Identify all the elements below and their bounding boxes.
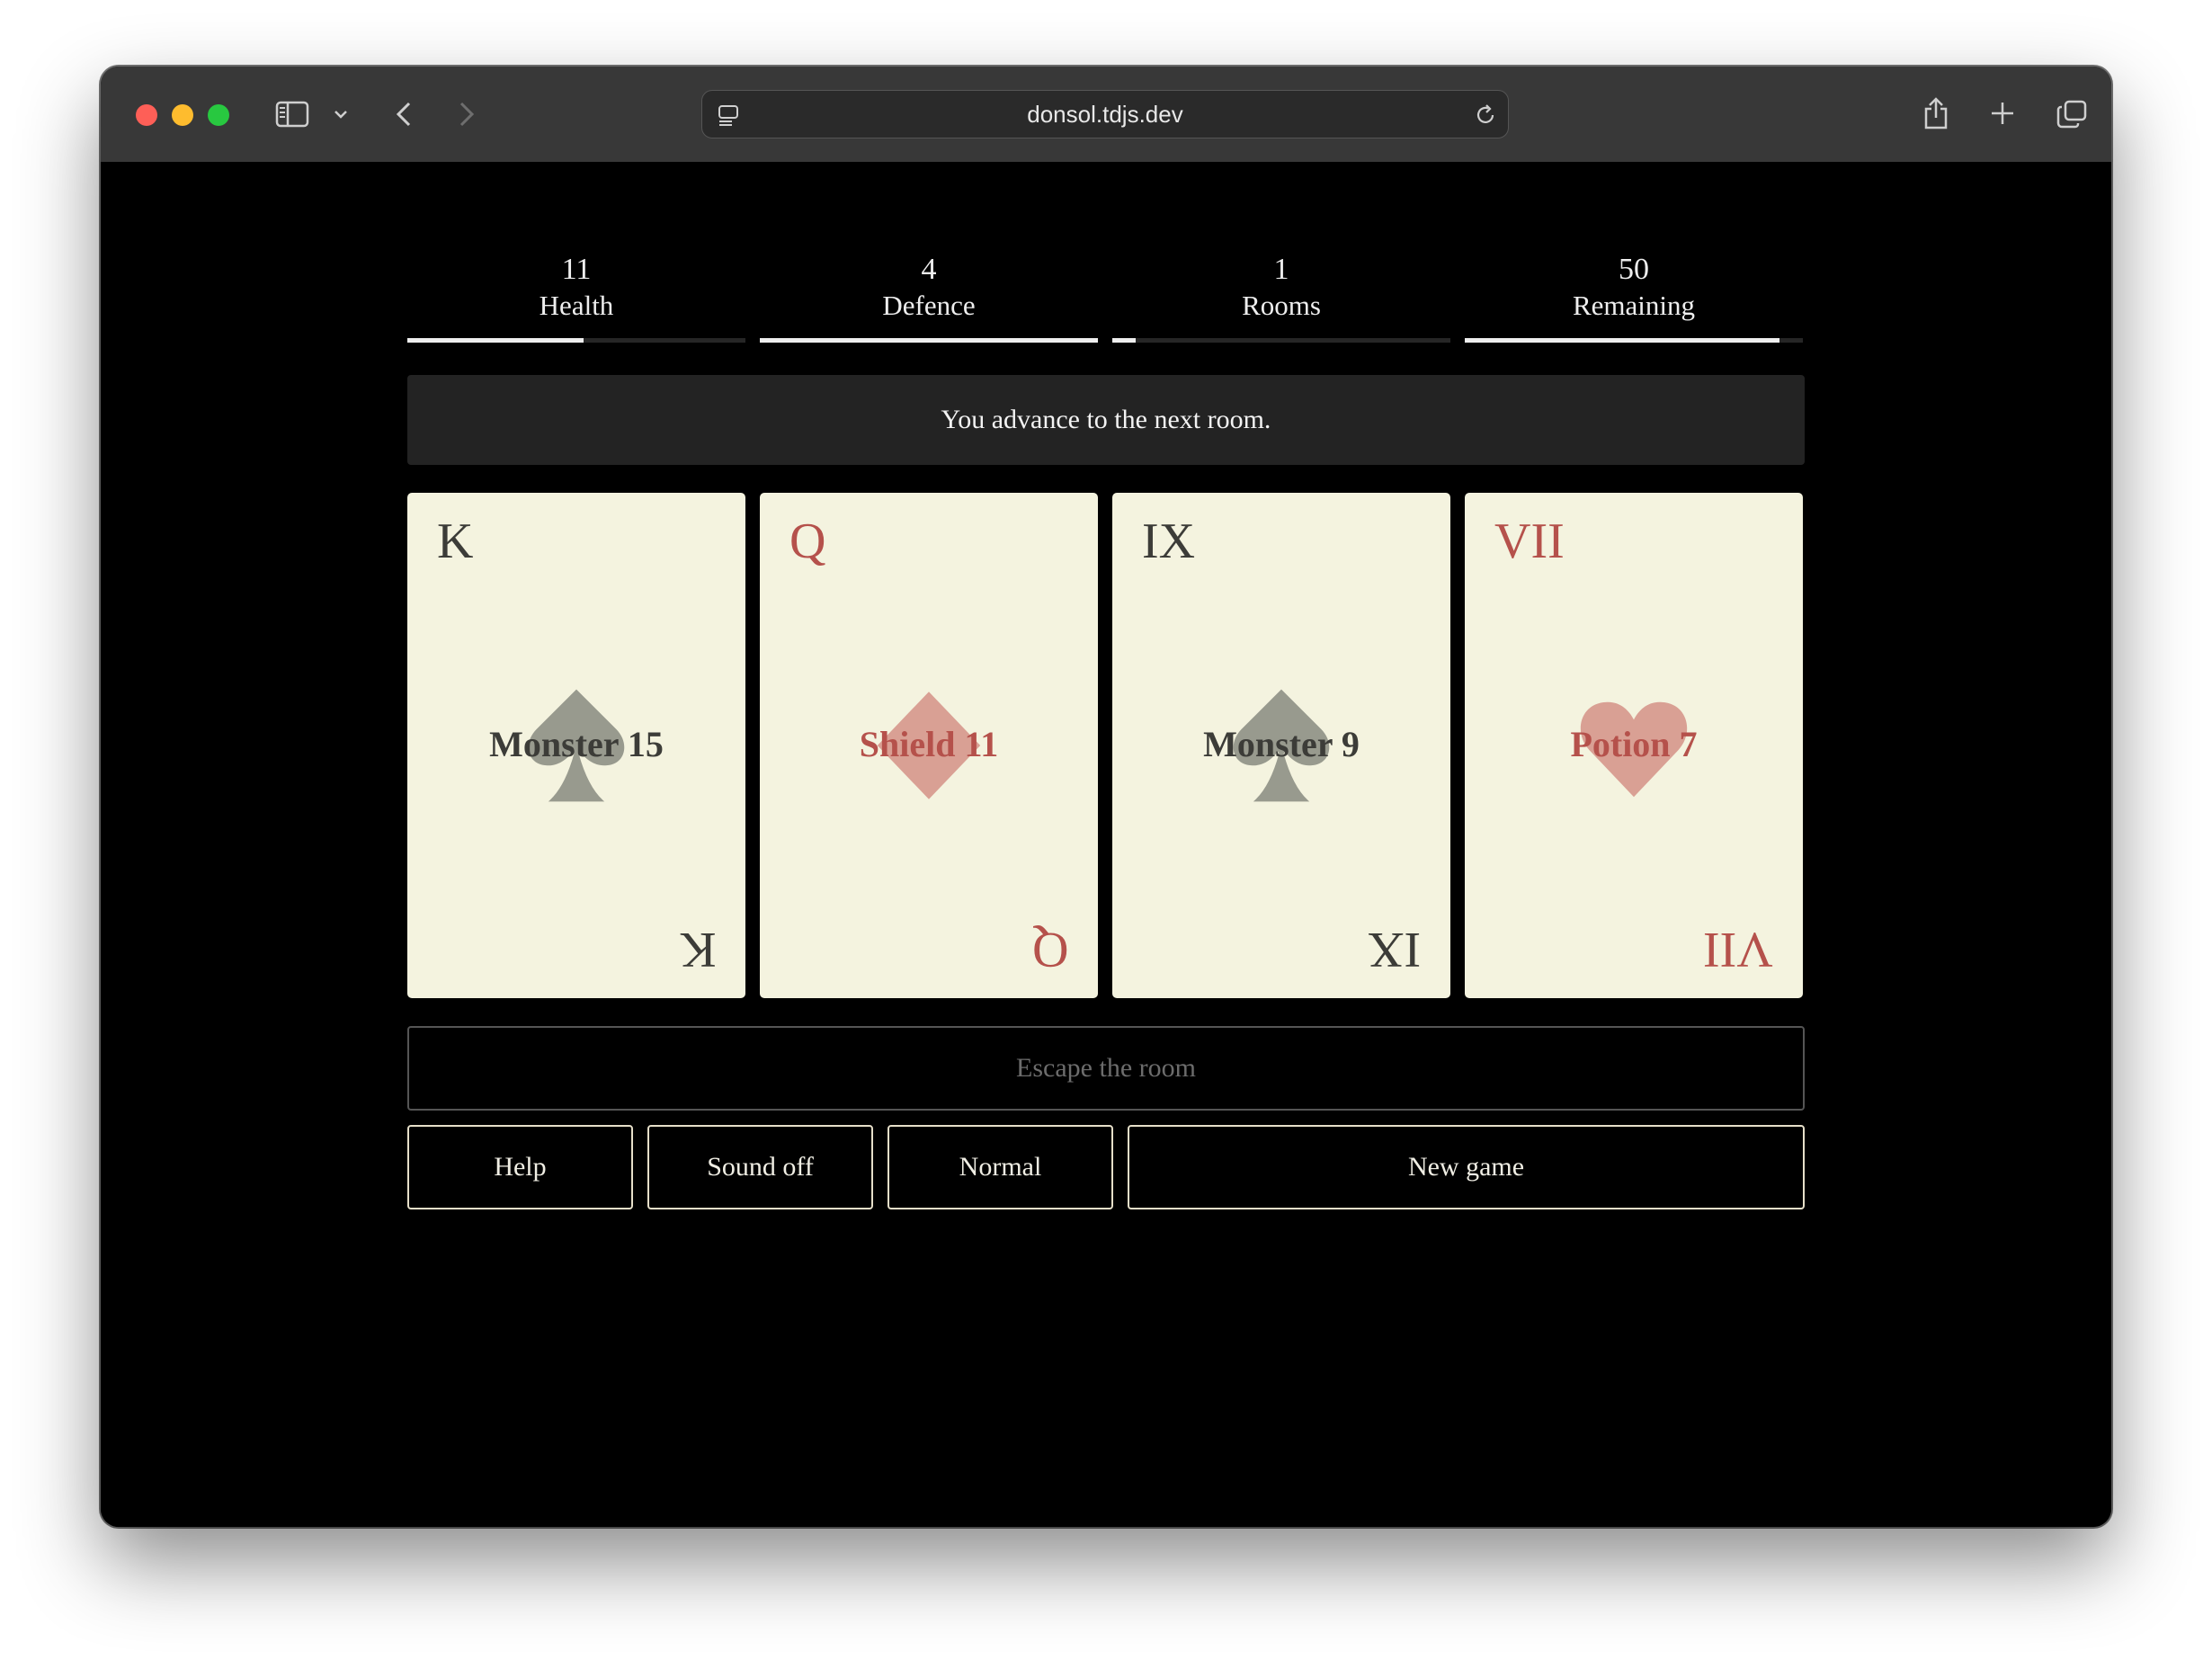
tab-overview-icon[interactable] <box>2054 97 2090 131</box>
health-bar <box>407 338 745 343</box>
rooms-bar-fill <box>1112 338 1137 343</box>
stats-bar: 11 Health 4 Defence 1 Rooms 50 Remaining <box>407 252 1805 343</box>
health-value: 11 <box>561 253 592 286</box>
defence-bar-fill <box>760 338 1098 343</box>
browser-toolbar: donsol.tdjs.dev <box>101 67 2111 163</box>
card-label: Shield 11 <box>859 724 999 764</box>
health-bar-fill <box>407 338 584 343</box>
card-rank-bottom: Q <box>1031 922 1068 977</box>
reload-icon[interactable] <box>1472 102 1499 129</box>
help-button[interactable]: Help <box>407 1125 633 1209</box>
sidebar-icon[interactable] <box>274 99 310 129</box>
url-text: donsol.tdjs.dev <box>1027 100 1183 128</box>
escape-room-button[interactable]: Escape the room <box>407 1026 1805 1111</box>
remaining-value: 50 <box>1619 253 1649 286</box>
new-game-button[interactable]: New game <box>1128 1125 1805 1209</box>
difficulty-button[interactable]: Normal <box>887 1125 1113 1209</box>
card-rank-top: Q <box>789 513 826 569</box>
card-rank-top: IX <box>1142 513 1196 569</box>
card-rank-bottom: K <box>679 922 716 977</box>
card-rank-top: K <box>437 513 474 569</box>
remaining-bar-fill <box>1465 338 1779 343</box>
card-nine-of-spades[interactable]: IX Monster 9 IX <box>1112 493 1450 998</box>
status-message: You advance to the next room. <box>407 375 1805 465</box>
card-king-of-spades[interactable]: K Monster 15 K <box>407 493 745 998</box>
rooms-bar <box>1112 338 1450 343</box>
card-label: Monster 15 <box>489 724 664 764</box>
sound-toggle-button[interactable]: Sound off <box>647 1125 873 1209</box>
browser-window: donsol.tdjs.dev 11 Health 4 Defence 1 Ro… <box>101 67 2111 1527</box>
card-label: Potion 7 <box>1570 724 1698 764</box>
remaining-label: Remaining <box>1572 290 1696 321</box>
minimize-window-button[interactable] <box>172 104 193 126</box>
card-rank-bottom: IX <box>1367 922 1421 977</box>
back-icon[interactable] <box>390 99 417 129</box>
zoom-window-button[interactable] <box>208 104 229 126</box>
defence-value: 4 <box>921 253 937 286</box>
new-tab-icon[interactable] <box>1986 97 2019 129</box>
card-rank-top: VII <box>1494 513 1565 569</box>
defence-bar <box>760 338 1098 343</box>
card-seven-of-hearts[interactable]: VII Potion 7 VII <box>1465 493 1803 998</box>
close-window-button[interactable] <box>136 104 157 126</box>
chevron-down-icon[interactable] <box>332 103 350 126</box>
address-bar[interactable]: donsol.tdjs.dev <box>701 90 1509 138</box>
remaining-bar <box>1465 338 1803 343</box>
forward-icon[interactable] <box>453 99 480 129</box>
rooms-value: 1 <box>1273 253 1289 286</box>
card-queen-of-diamonds[interactable]: Q Shield 11 Q <box>760 493 1098 998</box>
defence-label: Defence <box>882 290 976 321</box>
rooms-label: Rooms <box>1242 290 1321 321</box>
health-label: Health <box>539 290 614 321</box>
card-rank-bottom: VII <box>1703 922 1773 977</box>
share-icon[interactable] <box>1920 94 1952 133</box>
card-label: Monster 9 <box>1203 724 1360 764</box>
game-area: 11 Health 4 Defence 1 Rooms 50 Remaining <box>101 162 2111 1527</box>
